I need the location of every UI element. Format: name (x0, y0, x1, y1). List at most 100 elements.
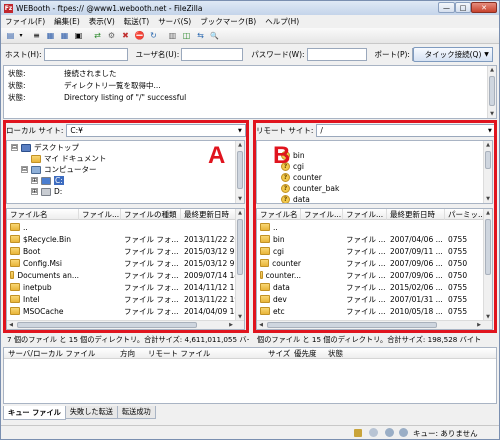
menu-help[interactable]: ヘルプ(H) (265, 16, 299, 27)
process-queue-icon[interactable]: ⚙ (105, 29, 118, 42)
column-remote-file[interactable]: リモート ファイル (148, 348, 210, 359)
sync-browse-icon[interactable]: ⇆ (194, 29, 207, 42)
table-row[interactable]: counter... ファイル ... 2007/09/06 ... 0750 (257, 269, 485, 281)
quickconnect-dropdown-icon[interactable]: ▼ (481, 47, 493, 62)
column-modified[interactable]: 最終更新日時 (387, 209, 445, 220)
table-row[interactable]: Boot ファイル フォ... 2015/03/12 9:44... (7, 245, 237, 257)
table-row[interactable]: Intel ファイル フォ... 2013/11/22 19:0... (7, 293, 237, 305)
tree-node-documents[interactable]: マイ ドキュメント (31, 153, 106, 164)
table-row[interactable]: dev ファイル ... 2007/01/31 ... 0755 (257, 293, 485, 305)
remote-list-hscrollbar[interactable]: ◀ ▶ (257, 320, 492, 329)
menu-edit[interactable]: 編集(E) (54, 16, 80, 27)
expand-icon[interactable]: ⊞ (31, 177, 38, 184)
remote-list-scrollbar[interactable]: ▲ ▼ (483, 209, 492, 321)
tree-node-computer[interactable]: ⊟ コンピューター (21, 164, 97, 175)
toggle-tree-local-icon[interactable]: ▦ (44, 29, 57, 42)
site-manager-icon[interactable]: ▤ (4, 29, 17, 42)
column-filename[interactable]: ファイル名 (7, 209, 79, 220)
table-row[interactable]: data ファイル ... 2015/02/06 ... 0755 (257, 281, 485, 293)
scroll-down-icon[interactable]: ▼ (484, 195, 492, 203)
scroll-down-icon[interactable]: ▼ (236, 195, 244, 203)
table-row[interactable]: Documents an... ファイル フォ... 2009/07/14 14:0… (7, 269, 237, 281)
tree-node-desktop[interactable]: ⊟ デスクトップ (11, 142, 79, 153)
close-button[interactable]: ✕ (471, 2, 497, 13)
chevron-down-icon[interactable]: ▼ (235, 126, 244, 135)
user-input[interactable] (181, 48, 244, 61)
collapse-icon[interactable]: ⊟ (11, 144, 18, 151)
tree-node-counter[interactable]: ? counter (281, 172, 322, 183)
log-scrollbar[interactable]: ▲ ▼ (487, 66, 496, 118)
collapse-icon[interactable]: ⊟ (21, 166, 28, 173)
filter-icon[interactable]: ▥ (166, 29, 179, 42)
scroll-up-icon[interactable]: ▲ (484, 209, 492, 217)
chevron-down-icon[interactable]: ▼ (485, 126, 494, 135)
column-size[interactable]: サイズ (268, 348, 290, 359)
column-priority[interactable]: 優先度 (294, 348, 317, 359)
minimize-button[interactable]: — (438, 2, 455, 13)
cancel-icon[interactable]: ✖ (119, 29, 132, 42)
menu-server[interactable]: サーバ(S) (158, 16, 191, 27)
scroll-down-icon[interactable]: ▼ (488, 110, 496, 118)
host-input[interactable] (43, 48, 128, 61)
expand-icon[interactable]: ⊞ (31, 188, 38, 195)
column-permissions[interactable]: パーミッ... (445, 209, 485, 220)
remote-path-select[interactable]: / ▼ (316, 124, 497, 137)
table-row[interactable]: counter ファイル ... 2007/09/06 ... 0750 (257, 257, 485, 269)
menu-transfer[interactable]: 転送(T) (124, 16, 149, 27)
scroll-left-icon[interactable]: ◀ (257, 321, 265, 329)
scroll-thumb[interactable] (237, 151, 243, 189)
site-manager-dropdown-icon[interactable]: ▾ (18, 29, 24, 42)
column-status[interactable]: 状態 (328, 348, 343, 359)
scroll-right-icon[interactable]: ▶ (475, 321, 483, 329)
scroll-thumb[interactable] (267, 322, 437, 328)
scroll-up-icon[interactable]: ▲ (488, 66, 496, 74)
scroll-thumb[interactable] (485, 151, 491, 169)
scroll-thumb[interactable] (485, 219, 491, 275)
table-row[interactable]: bin ファイル ... 2007/04/06 ... 0755 (257, 233, 485, 245)
column-filetype[interactable]: ファイル... (343, 209, 387, 220)
local-path-select[interactable]: C:¥ ▼ (66, 124, 247, 137)
table-row[interactable]: .. (257, 221, 485, 233)
scroll-thumb[interactable] (489, 76, 495, 106)
table-row[interactable]: cgi ファイル ... 2007/09/11 ... 0755 (257, 245, 485, 257)
table-row[interactable]: MSOCache ファイル フォ... 2014/04/09 18:3... (7, 305, 237, 317)
local-list-scrollbar[interactable]: ▲ ▼ (235, 209, 244, 321)
maximize-button[interactable]: □ (455, 2, 471, 13)
tree-node-data[interactable]: ? data (281, 194, 310, 203)
column-server-local[interactable]: サーバ/ローカル ファイル (8, 348, 95, 359)
column-direction[interactable]: 方向 (120, 348, 135, 359)
scroll-up-icon[interactable]: ▲ (484, 141, 492, 149)
scroll-thumb[interactable] (17, 322, 197, 328)
column-filesize[interactable]: ファイル... (79, 209, 121, 220)
remote-tree-scrollbar[interactable]: ▲ ▼ (483, 141, 492, 203)
menu-view[interactable]: 表示(V) (89, 16, 115, 27)
tree-node-counter-bak[interactable]: ? counter_bak (281, 183, 339, 194)
compare-icon[interactable]: ◫ (180, 29, 193, 42)
table-row[interactable]: Config.Msi ファイル フォ... 2015/03/12 9:44... (7, 257, 237, 269)
table-row[interactable]: etc ファイル ... 2010/05/18 ... 0755 (257, 305, 485, 317)
tab-successful-transfers[interactable]: 転送成功 (116, 406, 156, 419)
scroll-right-icon[interactable]: ▶ (227, 321, 235, 329)
toggle-log-icon[interactable]: ≡ (30, 29, 43, 42)
local-tree-scrollbar[interactable]: ▲ ▼ (235, 141, 244, 203)
column-filesize[interactable]: ファイル... (301, 209, 343, 220)
table-row[interactable]: .. (7, 221, 237, 233)
scroll-left-icon[interactable]: ◀ (7, 321, 15, 329)
reconnect-icon[interactable]: ↻ (147, 29, 160, 42)
column-filename[interactable]: ファイル名 (257, 209, 301, 220)
password-input[interactable] (306, 48, 367, 61)
tree-node-drive-c[interactable]: ⊞ C: (31, 175, 64, 186)
scroll-up-icon[interactable]: ▲ (236, 141, 244, 149)
tree-node-drive-d[interactable]: ⊞ D: (31, 186, 62, 197)
refresh-icon[interactable]: ⇄ (91, 29, 104, 42)
table-row[interactable]: $Recycle.Bin ファイル フォ... 2013/11/22 20:2... (7, 233, 237, 245)
local-list-hscrollbar[interactable]: ◀ ▶ (7, 320, 244, 329)
tab-failed-transfers[interactable]: 失敗した転送 (64, 406, 118, 419)
toggle-queue-icon[interactable]: ▣ (72, 29, 85, 42)
scroll-thumb[interactable] (237, 219, 243, 275)
tab-queued-files[interactable]: キュー ファイル (3, 406, 66, 420)
toggle-tree-remote-icon[interactable]: ▦ (58, 29, 71, 42)
column-filetype[interactable]: ファイルの種類 (121, 209, 181, 220)
menu-bookmarks[interactable]: ブックマーク(B) (200, 16, 256, 27)
search-icon[interactable]: 🔍 (208, 29, 221, 42)
